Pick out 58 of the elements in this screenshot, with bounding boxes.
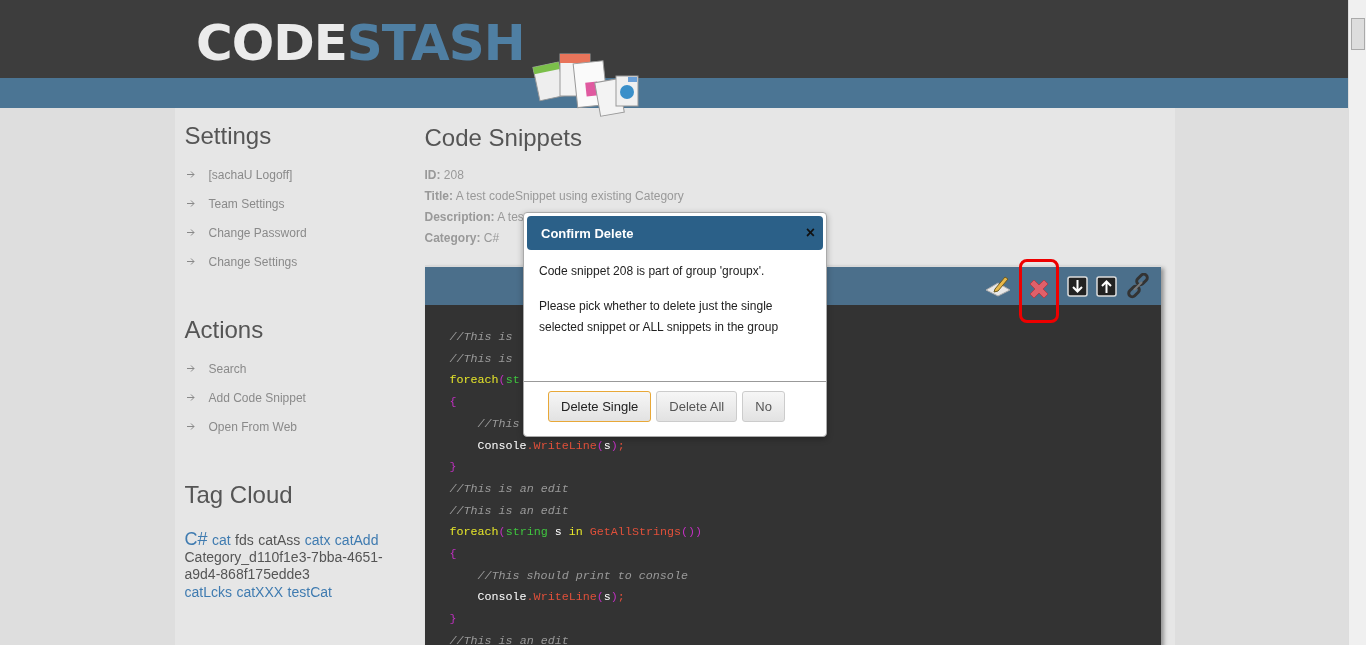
code-line: Console.WriteLine(s);	[476, 589, 625, 607]
section-heading: Actions	[184, 316, 265, 344]
tag-link[interactable]: fds	[235, 532, 254, 548]
arrow-icon	[186, 258, 195, 265]
snippet-detail: Title: A test codeSnippet using existing Category	[424, 189, 684, 203]
dialog-button[interactable]: Delete All	[656, 391, 738, 422]
code-line: //This is an edit	[449, 632, 569, 645]
code-line: //This is	[449, 350, 513, 368]
code-line: {	[449, 546, 457, 564]
snippet-detail: Description: A tes	[424, 210, 524, 224]
code-line: Console.WriteLine(s);	[476, 437, 625, 455]
dialog-title: Confirm Delete	[541, 225, 634, 241]
tag-link[interactable]: testCat	[287, 584, 332, 600]
code-line: //This is an edit	[449, 502, 569, 520]
arrow-icon	[186, 171, 195, 178]
pencil-paper-icon[interactable]	[984, 275, 1011, 297]
page-title: Code Snippets	[424, 124, 583, 152]
code-line: //This is an edit	[449, 480, 569, 498]
code-line: //This is	[449, 329, 513, 346]
tag-link[interactable]: catAdd	[334, 532, 379, 548]
arrow-icon	[186, 394, 195, 401]
sidebar-link[interactable]: [sachaU Logoff]	[208, 167, 293, 182]
snippet-detail: Category: C#	[424, 231, 500, 245]
close-button[interactable]: ×	[805, 224, 815, 242]
section-heading: Settings	[184, 122, 273, 150]
arrow-icon	[186, 365, 195, 372]
tag-link[interactable]: catXXX	[236, 584, 284, 600]
dialog-message: Please pick whether to delete just the single selected snippet or ALL snippets in the group	[539, 298, 780, 336]
tag-link[interactable]: catLcks	[184, 584, 232, 600]
sidebar-link[interactable]: Add Code Snippet	[208, 390, 306, 405]
logo[interactable]: CODESTASH	[196, 18, 525, 68]
arrow-icon	[186, 200, 195, 207]
tag-link[interactable]: C#	[184, 529, 208, 549]
tag-link[interactable]: catAss	[258, 532, 301, 548]
snippet-detail: ID: 208	[424, 168, 464, 182]
sidebar-link[interactable]: Team Settings	[208, 196, 285, 211]
code-line: }	[449, 459, 457, 477]
tag-link[interactable]: catx	[304, 532, 331, 548]
link-icon[interactable]	[1124, 273, 1151, 299]
code-line: }	[449, 611, 457, 629]
code-line: {	[449, 394, 457, 412]
sidebar-link[interactable]: Change Password	[208, 225, 307, 240]
sidebar-link[interactable]: Search	[208, 361, 247, 376]
dialog-button[interactable]: Delete Single	[548, 391, 652, 422]
code-line: //This should print to console	[476, 567, 688, 585]
code-line: //This	[476, 415, 520, 433]
tag-link[interactable]: cat	[211, 532, 231, 548]
sidebar-link[interactable]: Change Settings	[208, 254, 298, 269]
code-line: foreach(st	[449, 372, 520, 390]
arrow-icon	[186, 229, 195, 236]
dialog-message: Code snippet 208 is part of group 'groupx'.	[539, 263, 766, 280]
scroll-bar[interactable]	[1348, 0, 1366, 645]
code-line: foreach(string s in GetAllStrings())	[449, 524, 703, 542]
sidebar-link[interactable]: Open From Web	[208, 419, 297, 434]
arrow-icon	[186, 423, 195, 430]
section-heading: Tag Cloud	[184, 481, 294, 509]
tag-link[interactable]: Category_d110f1e3-7bba-4651-a9d4-868f175edde3	[184, 549, 400, 583]
dialog-button[interactable]: No	[742, 391, 785, 422]
